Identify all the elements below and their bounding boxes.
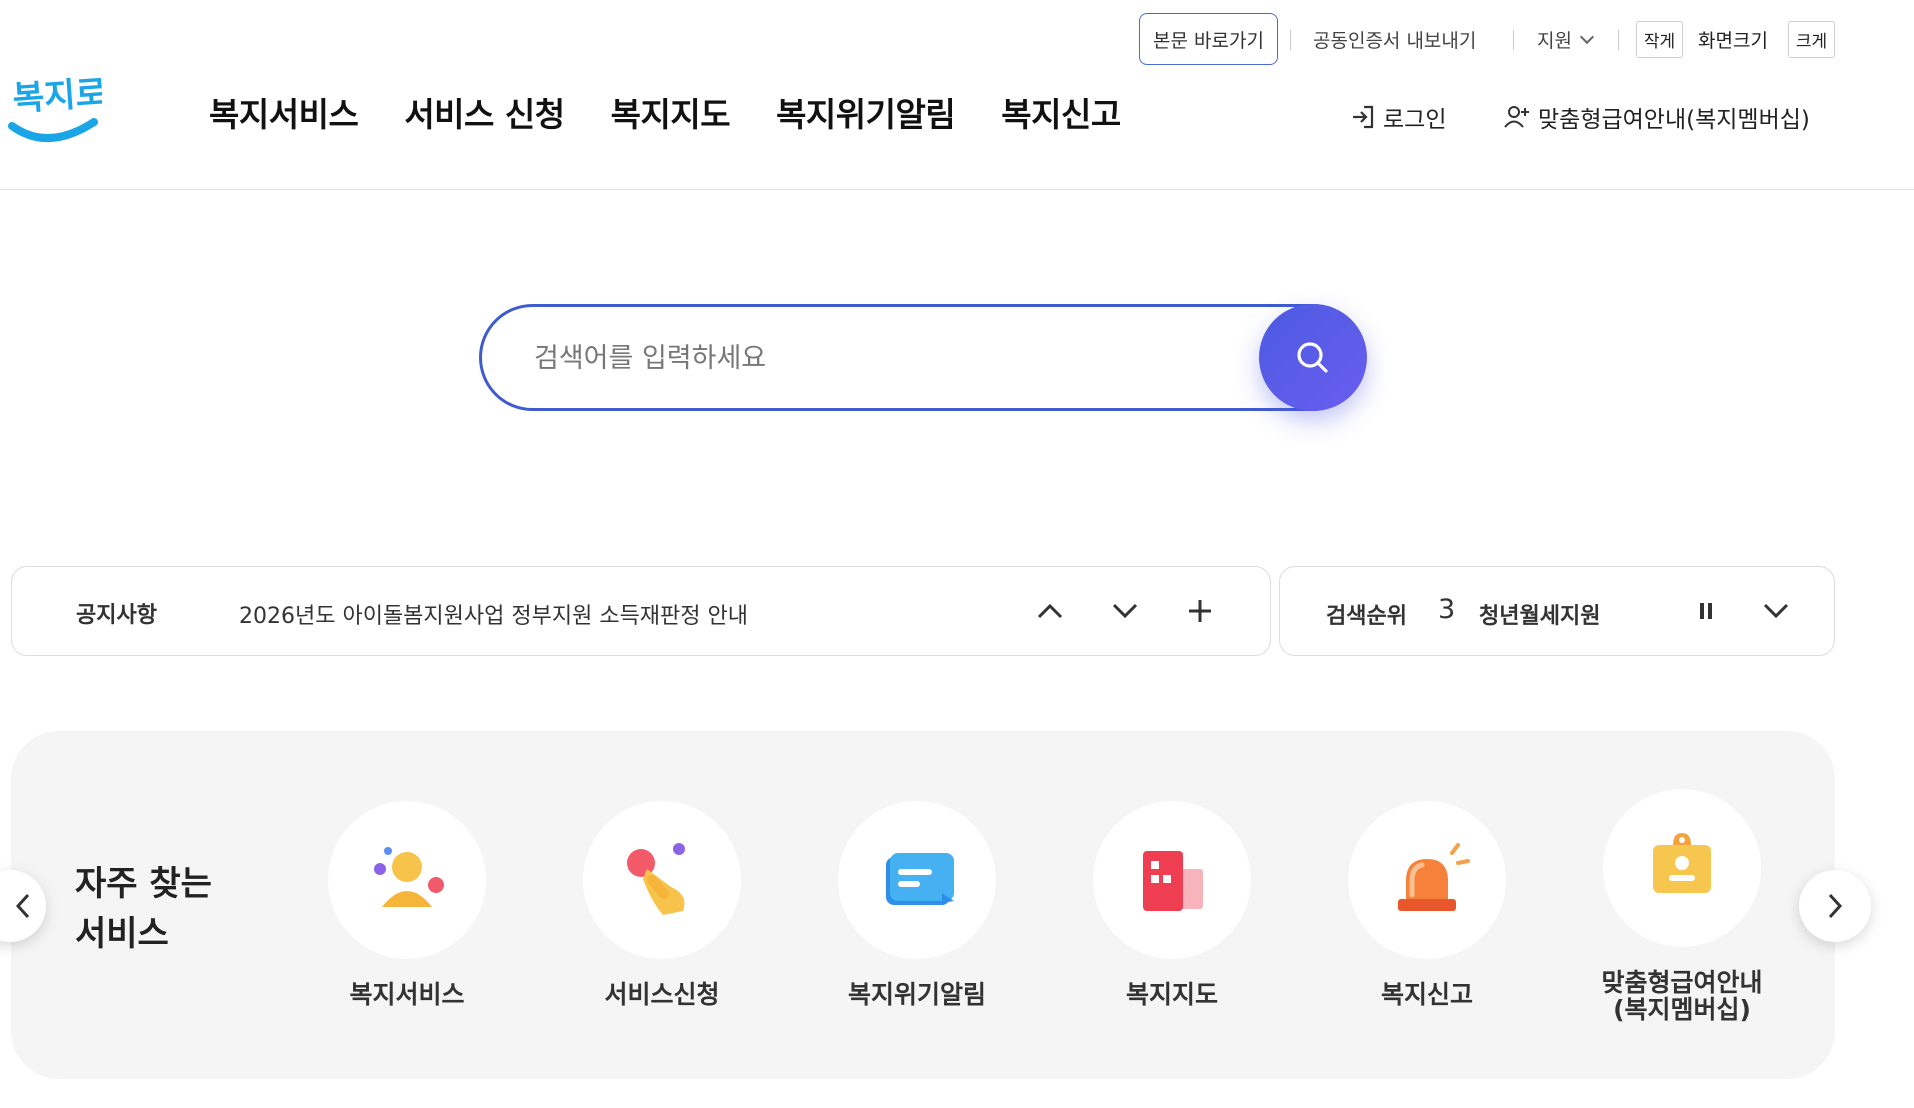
chevron-down-icon (1579, 29, 1595, 44)
search-box (479, 304, 1366, 411)
service-application[interactable]: 서비스신청 (552, 801, 772, 1008)
chevron-down-icon (1763, 603, 1789, 619)
chevron-left-icon (15, 893, 30, 919)
user-add-icon (1504, 106, 1529, 128)
search-icon (1297, 341, 1328, 373)
divider (1290, 30, 1291, 50)
ranking-expand-button[interactable] (1756, 591, 1796, 631)
service-welfare-report[interactable]: 복지신고 (1317, 801, 1537, 1008)
support-label: 지원 (1537, 30, 1572, 52)
person-icon (374, 847, 444, 907)
service-label: 복지서비스 (349, 980, 465, 1009)
service-label: 서비스신청 (604, 980, 720, 1009)
service-label: 복지지도 (1125, 980, 1218, 1009)
membership-link[interactable]: 맞춤형급여안내(복지멤버십) (1503, 100, 1810, 134)
font-size-large-button[interactable]: 크게 (1788, 21, 1835, 58)
header-divider (0, 189, 1914, 190)
service-membership[interactable]: 맞춤형급여안내 (복지멤버십) (1572, 789, 1792, 1023)
divider (1618, 30, 1619, 50)
login-link[interactable]: 로그인 (1350, 100, 1446, 134)
notice-prev-button[interactable] (1030, 591, 1070, 631)
siren-icon (1398, 843, 1470, 911)
ranking-pause-button[interactable] (1686, 591, 1726, 631)
ranking-title: 검색순위 (1326, 604, 1407, 629)
service-label: 복지위기알림 (847, 980, 986, 1009)
logo-text: 복지로 (12, 73, 102, 119)
nav-welfare-services[interactable]: 복지서비스 (209, 88, 359, 136)
service-icon-circle (838, 801, 996, 959)
nav-welfare-report[interactable]: 복지신고 (1001, 88, 1121, 136)
ranking-keyword[interactable]: 청년월세지원 (1479, 598, 1600, 630)
message-icon (886, 853, 954, 905)
font-size-label: 화면크기 (1698, 30, 1768, 52)
favorite-services-panel: 자주 찾는 서비스 복지서비스 서비스신청 복지위기알림 복지지도 복지신고 맞… (11, 731, 1835, 1079)
building-map-icon (1143, 851, 1203, 911)
notice-title: 공지사항 (76, 603, 157, 628)
title-line-1: 자주 찾는 (75, 864, 212, 904)
ranking-number: 3 (1438, 594, 1456, 625)
search-button[interactable] (1259, 304, 1367, 411)
service-label: 복지신고 (1380, 980, 1473, 1009)
service-icon-circle (328, 801, 486, 959)
service-icon-circle (1348, 801, 1506, 959)
skip-to-content-link[interactable]: 본문 바로가기 (1139, 13, 1278, 65)
plus-icon (1189, 600, 1211, 622)
service-icon-circle (1603, 789, 1761, 947)
login-icon (1353, 105, 1374, 129)
service-icon-circle (1093, 801, 1251, 959)
main-navigation: 복지서비스 서비스 신청 복지지도 복지위기알림 복지신고 (209, 88, 1167, 136)
notice-text[interactable]: 2026년도 아이돌봄지원사업 정부지원 소득재판정 안내 (239, 598, 748, 630)
chevron-up-icon (1037, 603, 1063, 619)
notice-more-button[interactable] (1180, 591, 1220, 631)
service-welfare[interactable]: 복지서비스 (297, 801, 517, 1008)
notice-bar: 공지사항 2026년도 아이돌봄지원사업 정부지원 소득재판정 안내 (11, 566, 1271, 656)
id-badge-icon (1653, 833, 1711, 893)
support-dropdown[interactable]: 지원 (1537, 26, 1595, 53)
bokjiro-logo-icon: 복지로 (8, 73, 108, 142)
login-label: 로그인 (1383, 107, 1447, 133)
favorite-services-title: 자주 찾는 서비스 (75, 859, 212, 959)
site-logo[interactable]: 복지로 (8, 68, 108, 148)
nav-service-application[interactable]: 서비스 신청 (404, 88, 565, 136)
service-crisis-alert[interactable]: 복지위기알림 (807, 801, 1027, 1008)
divider (1513, 30, 1514, 50)
search-ranking-bar: 검색순위 3 청년월세지원 (1279, 566, 1835, 656)
font-size-small-button[interactable]: 작게 (1636, 21, 1683, 58)
hand-tap-icon (627, 843, 685, 915)
service-welfare-map[interactable]: 복지지도 (1062, 801, 1282, 1008)
nav-welfare-map[interactable]: 복지지도 (611, 88, 731, 136)
notice-next-button[interactable] (1105, 591, 1145, 631)
membership-label: 맞춤형급여안내(복지멤버십) (1538, 107, 1810, 133)
utility-bar: 본문 바로가기 공동인증서 내보내기 지원 작게 화면크기 크게 (0, 13, 1914, 65)
title-line-2: 서비스 (75, 914, 169, 954)
search-input[interactable] (534, 335, 1214, 381)
carousel-next-button[interactable] (1799, 870, 1871, 942)
pause-icon (1700, 603, 1712, 619)
chevron-right-icon (1828, 893, 1843, 919)
cert-export-link[interactable]: 공동인증서 내보내기 (1313, 26, 1476, 53)
service-icon-circle (583, 801, 741, 959)
chevron-down-icon (1112, 603, 1138, 619)
service-label: 맞춤형급여안내 (복지멤버십) (1601, 968, 1763, 1024)
nav-crisis-alert[interactable]: 복지위기알림 (776, 88, 956, 136)
